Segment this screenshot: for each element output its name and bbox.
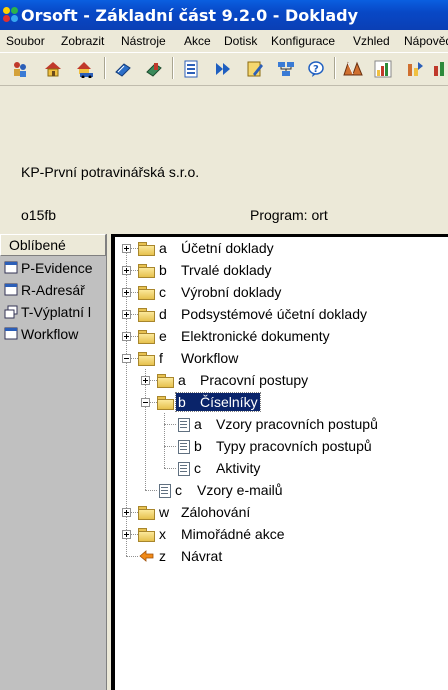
document-list-icon[interactable]	[180, 58, 202, 80]
tree-item-typy-pracovnich-postupu[interactable]: b Typy pracovních postupů	[176, 435, 372, 457]
menu-zobrazit[interactable]: Zobrazit	[61, 34, 104, 48]
tree-item-zalohovani[interactable]: w Zálohování	[138, 501, 250, 523]
menu-nastroje[interactable]: Nástroje	[121, 34, 166, 48]
company-code: o15fb	[21, 207, 57, 223]
map-icon[interactable]	[342, 58, 364, 80]
company-name: KP-První potravinářská s.r.o.	[21, 164, 200, 180]
open-folder-icon	[138, 351, 155, 366]
window-icon	[4, 327, 18, 341]
window-title: Orsoft - Základní část 9.2.0 - Doklady	[21, 5, 359, 25]
chart-arrows-icon[interactable]	[404, 58, 426, 80]
document-icon	[176, 417, 190, 432]
favorite-item-workflow[interactable]: Workflow	[4, 326, 106, 342]
tree-item-mimoradne-akce[interactable]: x Mimořádné akce	[138, 523, 285, 545]
forward-arrows-icon[interactable]	[212, 58, 234, 80]
expand-toggle[interactable]	[122, 530, 131, 539]
folder-icon	[157, 373, 174, 388]
tree-view: a Účetní doklady b Trvalé doklady c Výro…	[115, 237, 448, 690]
folder-icon	[138, 307, 155, 322]
folder-icon	[138, 527, 155, 542]
folder-icon	[138, 263, 155, 278]
expand-toggle[interactable]	[122, 310, 131, 319]
expand-toggle[interactable]	[122, 266, 131, 275]
favorite-label: Workflow	[21, 326, 79, 342]
expand-toggle[interactable]	[122, 332, 131, 341]
menu-akce[interactable]: Akce	[184, 34, 211, 48]
document-icon	[157, 483, 171, 498]
expand-toggle[interactable]	[122, 288, 131, 297]
favorite-item-r-adresar[interactable]: R-Adresář	[4, 282, 106, 298]
folder-icon	[138, 241, 155, 256]
expand-toggle[interactable]	[122, 244, 131, 253]
help-icon[interactable]: ?	[305, 58, 327, 80]
tree-item-navrat[interactable]: z Návrat	[138, 545, 222, 567]
pencil-note-icon[interactable]	[244, 58, 266, 80]
tree-item-workflow[interactable]: f Workflow	[138, 347, 238, 369]
program-label: Program: ort	[250, 207, 328, 223]
collapse-toggle[interactable]	[122, 354, 131, 363]
menu-napoveda[interactable]: Nápověda	[404, 34, 448, 48]
favorite-label: T-Výplatní l	[21, 304, 92, 320]
network-icon[interactable]	[275, 58, 297, 80]
folder-icon	[138, 329, 155, 344]
bookmark-book-icon[interactable]	[143, 58, 165, 80]
menu-vzhled[interactable]: Vzhled	[353, 34, 390, 48]
favorite-label: P-Evidence	[21, 260, 93, 276]
favorite-item-p-evidence[interactable]: P-Evidence	[4, 260, 106, 276]
tree-item-vyrobni-doklady[interactable]: c Výrobní doklady	[138, 281, 281, 303]
people-icon[interactable]	[9, 58, 31, 80]
back-arrow-icon	[138, 549, 155, 563]
folder-icon	[138, 505, 155, 520]
orsoft-logo-icon	[3, 7, 19, 23]
favorites-panel: Oblíbené P-Evidence R-Adresář T-Výplatní…	[0, 234, 107, 690]
book-icon[interactable]	[112, 58, 134, 80]
tree-item-pracovni-postupy[interactable]: a Pracovní postupy	[157, 369, 308, 391]
document-icon	[176, 439, 190, 454]
tree-item-ciselniky[interactable]: b Číselníky	[157, 391, 261, 413]
chart-grid-icon[interactable]	[372, 58, 394, 80]
home-icon[interactable]	[42, 58, 64, 80]
tree-item-ucetni-doklady[interactable]: a Účetní doklady	[138, 237, 274, 259]
tree-panel-border: a Účetní doklady b Trvalé doklady c Výro…	[111, 234, 448, 690]
document-icon	[176, 461, 190, 476]
tree-item-vzory-e-mailu[interactable]: c Vzory e-mailů	[157, 479, 283, 501]
window-icon	[4, 261, 18, 275]
selection-highlight: b Číselníky	[175, 392, 261, 412]
favorites-header: Oblíbené	[0, 234, 106, 256]
menu-dotisk[interactable]: Dotisk	[224, 34, 257, 48]
favorite-item-t-vyplatni[interactable]: T-Výplatní l	[4, 304, 106, 320]
stacked-windows-icon	[4, 305, 18, 319]
favorite-label: R-Adresář	[21, 282, 85, 298]
tree-item-elektronicke-dokumenty[interactable]: e Elektronické dokumenty	[138, 325, 330, 347]
tree-item-trvale-doklady[interactable]: b Trvalé doklady	[138, 259, 272, 281]
expand-toggle[interactable]	[141, 376, 150, 385]
menu-soubor[interactable]: Soubor	[6, 34, 45, 48]
toolbar: ?	[0, 52, 448, 86]
tree-item-vzory-pracovnich-postupu[interactable]: a Vzory pracovních postupů	[176, 413, 378, 435]
tree-item-podsystemove-ucetni-doklady[interactable]: d Podsystémové účetní doklady	[138, 303, 367, 325]
title-bar: Orsoft - Základní část 9.2.0 - Doklady	[0, 0, 448, 30]
window-icon	[4, 283, 18, 297]
collapse-toggle[interactable]	[141, 398, 150, 407]
open-folder-icon	[157, 395, 174, 410]
menu-konfigurace[interactable]: Konfigurace	[271, 34, 335, 48]
home-car-icon[interactable]	[74, 58, 96, 80]
folder-icon	[138, 285, 155, 300]
chart-bar-icon[interactable]	[430, 58, 448, 80]
expand-toggle[interactable]	[122, 508, 131, 517]
tree-item-aktivity[interactable]: c Aktivity	[176, 457, 260, 479]
menu-bar: Soubor Zobrazit Nástroje Akce Dotisk Kon…	[0, 30, 448, 52]
